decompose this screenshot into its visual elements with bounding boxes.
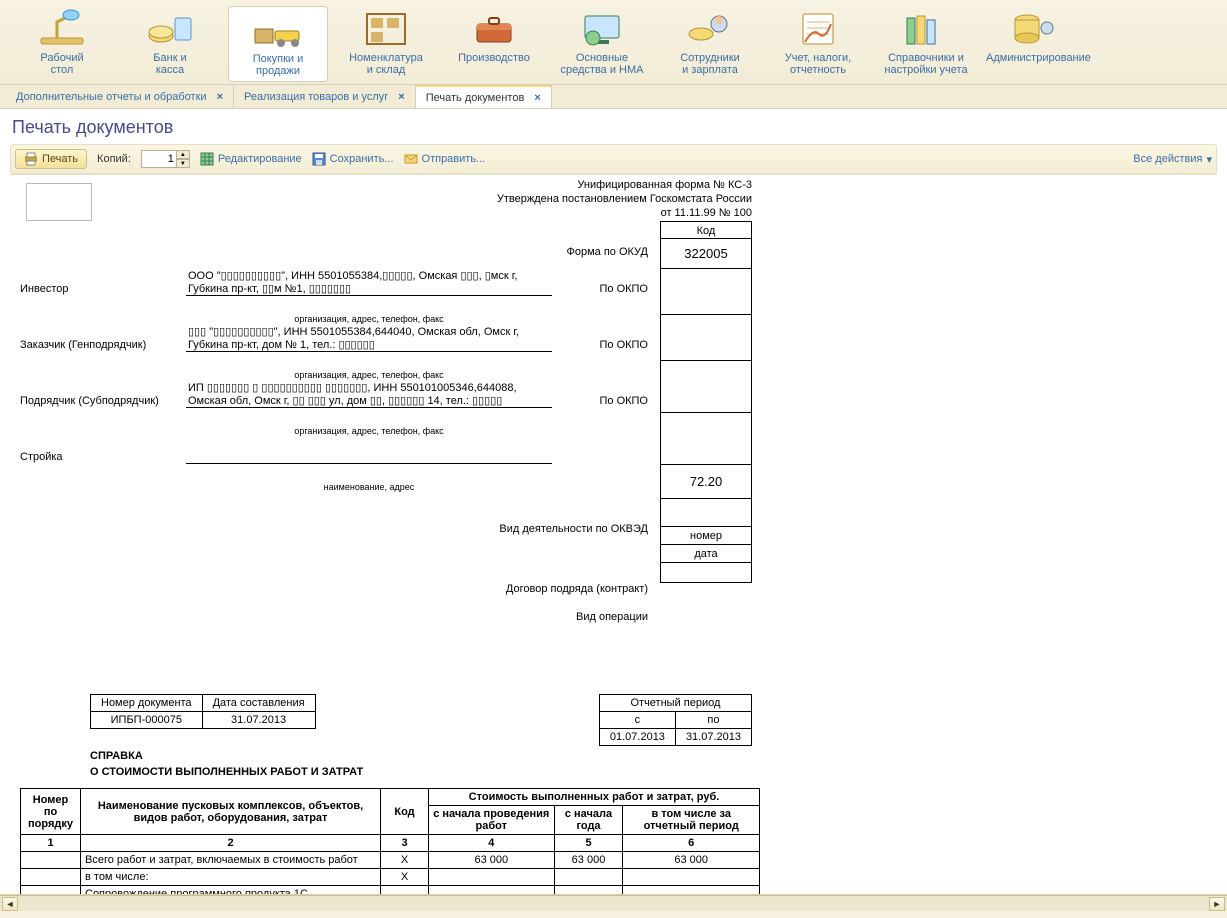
coins-icon (143, 8, 197, 48)
page-title: Печать документов (12, 117, 1217, 138)
section-label: Рабочийстол (40, 52, 83, 76)
send-button[interactable]: Отправить... (404, 152, 486, 166)
section-label: Номенклатураи склад (349, 52, 423, 76)
envelope-icon (404, 152, 418, 166)
section-settings[interactable]: Справочники инастройки учета (876, 6, 976, 80)
close-icon[interactable]: × (398, 91, 404, 103)
section-label: Сотрудникии зарплата (680, 52, 740, 76)
report-title: О СТОИМОСТИ ВЫПОЛНЕННЫХ РАБОТ И ЗАТРАТ (90, 766, 760, 778)
selection-handle (26, 183, 92, 221)
boxes-truck-icon (251, 9, 305, 49)
table-row: 1 Сопровождение программного продукта 1С… (21, 886, 760, 894)
report-icon (791, 8, 845, 48)
construction-row: Стройка (20, 436, 648, 464)
table-row: в том числе: X (21, 869, 760, 886)
tab-realization[interactable]: Реализация товаров и услуг × (234, 85, 416, 108)
document-area: Печать документов Печать Копий: ▲ ▼ Реда… (0, 109, 1227, 895)
save-button[interactable]: Сохранить... (312, 152, 394, 166)
section-label: Производство (458, 52, 530, 64)
section-production[interactable]: Производство (444, 6, 544, 68)
okpo-contractor (660, 361, 752, 413)
section-admin[interactable]: Администрирование (984, 6, 1084, 68)
copies-down[interactable]: ▼ (176, 159, 190, 168)
document-toolbar: Печать Копий: ▲ ▼ Редактирование Сохрани… (10, 144, 1217, 174)
scroll-left-icon[interactable]: ◄ (2, 897, 18, 911)
party-fields: Форма по ОКУД Инвестор ООО "▯▯▯▯▯▯▯▯▯▯",… (20, 246, 648, 624)
section-label: Основныесредства и НМА (561, 52, 644, 76)
tab-extra-reports[interactable]: Дополнительные отчеты и обработки × (6, 85, 234, 108)
copies-input[interactable] (141, 150, 177, 168)
okpo-customer (660, 315, 752, 361)
desk-lamp-icon (35, 8, 89, 48)
people-icon (683, 8, 737, 48)
toolbox-icon (467, 8, 521, 48)
print-button[interactable]: Печать (15, 149, 87, 169)
section-label: Администрирование (986, 52, 1091, 64)
copies-up[interactable]: ▲ (176, 150, 190, 159)
print-preview[interactable]: Унифицированная форма № КС-3 Утверждена … (10, 174, 1217, 894)
spravka-heading: СПРАВКА (90, 750, 760, 762)
section-label: Банк икасса (153, 52, 186, 76)
tab-label: Печать документов (426, 92, 525, 104)
horizontal-scrollbar[interactable]: ◄ ► (0, 895, 1227, 911)
customer-row: Заказчик (Генподрядчик) ▯▯▯ "▯▯▯▯▯▯▯▯▯▯"… (20, 324, 648, 352)
works-cost-table: Номер по порядку Наименование пусковых к… (20, 788, 760, 894)
close-icon[interactable]: × (534, 92, 540, 104)
okud-value: 322005 (660, 239, 752, 269)
section-sales[interactable]: Покупки ипродажи (228, 6, 328, 82)
printer-icon (24, 152, 38, 166)
contractor-row: Подрядчик (Субподрядчик) ИП ▯▯▯▯▯▯▯ ▯ ▯▯… (20, 380, 648, 408)
investor-row: Инвестор ООО "▯▯▯▯▯▯▯▯▯▯", ИНН 550105538… (20, 268, 648, 296)
okpo-contractor2 (660, 413, 752, 465)
doc-info-table: Номер документаДата составления ИПБП-000… (90, 694, 316, 729)
section-employees[interactable]: Сотрудникии зарплата (660, 6, 760, 80)
okved-value: 72.20 (660, 465, 752, 499)
okved-spare (660, 499, 752, 527)
all-actions-menu[interactable]: Все действия ▾ (1133, 153, 1212, 166)
section-stock[interactable]: Номенклатураи склад (336, 6, 436, 80)
scroll-right-icon[interactable]: ► (1209, 897, 1225, 911)
floppy-icon (312, 152, 326, 166)
close-icon[interactable]: × (217, 91, 223, 103)
table-row: Всего работ и затрат, включаемых в стоим… (21, 852, 760, 869)
grid-edit-icon (200, 152, 214, 166)
section-toolbar: Рабочийстол Банк икасса Покупки ипродажи… (0, 0, 1227, 85)
operation-value (660, 563, 752, 583)
section-label: Покупки ипродажи (253, 53, 304, 77)
tab-label: Дополнительные отчеты и обработки (16, 91, 207, 103)
copies-label: Копий: (97, 153, 131, 165)
db-user-icon (1007, 8, 1061, 48)
chevron-down-icon: ▾ (1206, 153, 1212, 166)
section-desktop[interactable]: Рабочийстол (12, 6, 112, 80)
section-label: Учет, налоги,отчетность (785, 52, 851, 76)
okud-label: Форма по ОКУД (567, 246, 649, 258)
form-headers: Унифицированная форма № КС-3 Утверждена … (20, 179, 752, 220)
section-label: Справочники инастройки учета (884, 52, 967, 76)
tab-print-documents[interactable]: Печать документов × (416, 85, 552, 108)
shelves-icon (359, 8, 413, 48)
section-accounting[interactable]: Учет, налоги,отчетность (768, 6, 868, 80)
monitor-icon (575, 8, 629, 48)
edit-toggle[interactable]: Редактирование (200, 152, 302, 166)
period-table: Отчетный период спо 01.07.201331.07.2013 (599, 694, 752, 746)
section-assets[interactable]: Основныесредства и НМА (552, 6, 652, 80)
print-page: Унифицированная форма № КС-3 Утверждена … (20, 179, 760, 894)
section-bank[interactable]: Банк икасса (120, 6, 220, 80)
books-icon (899, 8, 953, 48)
codes-column: Код 322005 72.20 номер дата (660, 221, 752, 583)
document-tabs: Дополнительные отчеты и обработки × Реал… (0, 85, 1227, 109)
okpo-investor (660, 269, 752, 315)
tab-label: Реализация товаров и услуг (244, 91, 388, 103)
